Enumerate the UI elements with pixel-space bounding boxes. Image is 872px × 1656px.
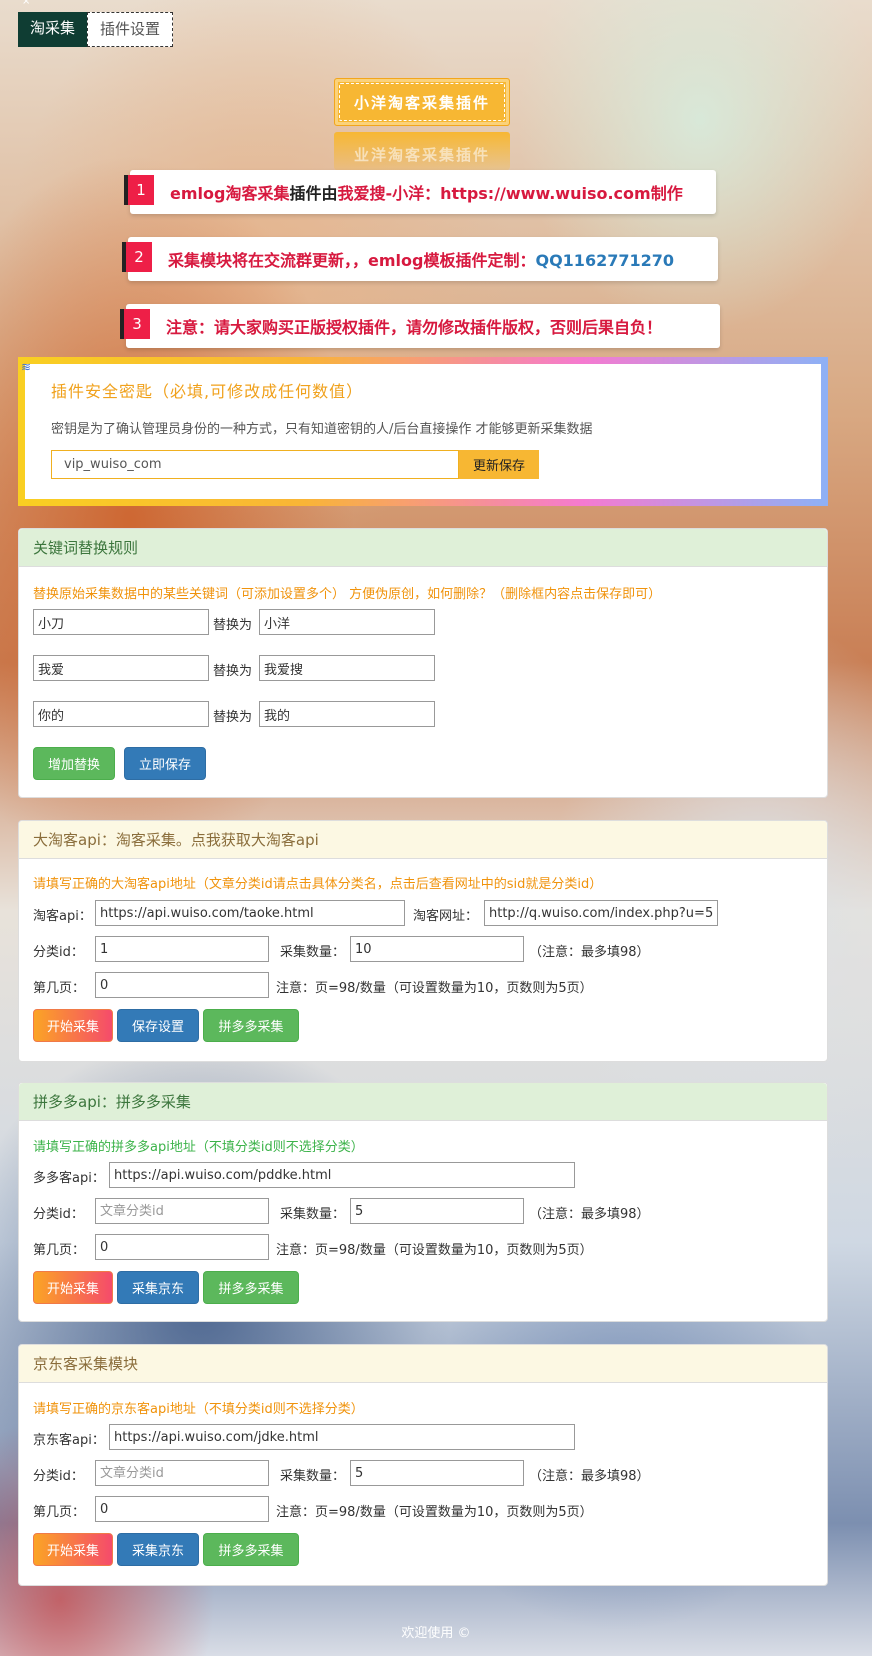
dataoke-cat-input[interactable] — [95, 936, 269, 962]
notice-number: 2 — [122, 242, 152, 272]
replace-with-label: 替换为 — [213, 618, 253, 633]
jd-panel: 京东客采集模块 请填写正确的京东客api地址（不填分类id则不选择分类） 京东客… — [18, 1344, 828, 1586]
replace-to-input[interactable] — [259, 701, 435, 727]
pdd-count-note: （注意：最多填98） — [529, 1207, 650, 1222]
start-collect-button[interactable]: 开始采集 — [33, 1533, 113, 1566]
pdd-cat-label: 分类id： — [33, 1207, 84, 1222]
notice-qq: QQ1162771270 — [535, 251, 674, 270]
jd-page-note: 注意：页=98/数量（可设置数量为10，页数则为5页） — [276, 1505, 593, 1520]
pdd-panel: 拼多多api：拼多多采集 请填写正确的拼多多api地址（不填分类id则不选择分类… — [18, 1082, 828, 1322]
banner-title: 小洋淘客采集插件 — [353, 93, 490, 112]
start-collect-button[interactable]: 开始采集 — [33, 1271, 113, 1304]
pdd-collect-button[interactable]: 拼多多采集 — [203, 1271, 299, 1304]
replace-from-input[interactable] — [33, 701, 209, 727]
notice-text-part: 制作 — [650, 184, 683, 203]
dataoke-page-input[interactable] — [95, 972, 269, 998]
dataoke-page-label: 第几页： — [33, 981, 86, 996]
notice-text: emlog淘客采集插件由我爱搜-小洋：https://www.wuiso.com… — [130, 180, 683, 204]
notice-number: 1 — [124, 175, 154, 205]
save-settings-button[interactable]: 保存设置 — [117, 1009, 199, 1042]
pdd-cat-input[interactable] — [95, 1198, 269, 1224]
footer-text: 欢迎使用 © — [401, 1626, 471, 1641]
notice-text: 注意：请大家购买正版授权插件，请勿修改插件版权，否则后果自负！ — [126, 314, 662, 338]
pdd-api-label: 多多客api： — [33, 1171, 105, 1186]
notice-text: 采集模块将在交流群更新，，emlog模板插件定制：QQ1162771270 — [128, 247, 674, 271]
notice-1: 1 emlog淘客采集插件由我爱搜-小洋：https://www.wuiso.c… — [124, 170, 716, 214]
jd-count-input[interactable] — [350, 1460, 524, 1486]
save-now-button[interactable]: 立即保存 — [124, 747, 206, 780]
notice-2: 2 采集模块将在交流群更新，，emlog模板插件定制：QQ1162771270 — [122, 237, 718, 281]
notice-text-part: 插件由 — [289, 184, 338, 203]
dataoke-api-input[interactable] — [95, 900, 405, 926]
jd-page-input[interactable] — [95, 1496, 269, 1522]
notice-text-part: 注意：请大家购买正版授权插件，请勿修改插件版权，否则后果自负！ — [166, 318, 663, 337]
panel-title: 拼多多api：拼多多采集 — [19, 1083, 827, 1121]
dataoke-site-input[interactable] — [484, 900, 718, 926]
notice-link[interactable]: https://www.wuiso.com — [440, 184, 651, 203]
dataoke-count-input[interactable] — [350, 936, 524, 962]
jd-cat-input[interactable] — [95, 1460, 269, 1486]
jd-cat-label: 分类id： — [33, 1469, 84, 1484]
tab-bar: 淘采集 插件设置 — [18, 12, 174, 47]
notice-3: 3 注意：请大家购买正版授权插件，请勿修改插件版权，否则后果自负！ — [120, 304, 720, 348]
plugin-title-banner: 小洋淘客采集插件 — [334, 78, 510, 126]
dataoke-count-label: 采集数量： — [280, 945, 346, 960]
dataoke-count-note: （注意：最多填98） — [529, 945, 650, 960]
zigzag-icon: ≋ — [21, 360, 32, 374]
replace-hint: 替换原始采集数据中的某些关键词（可添加设置多个） 方便伪原创，如何删除？（删除框… — [33, 587, 662, 602]
dataoke-panel: 大淘客api：淘客采集。点我获取大淘客api 请填写正确的大淘客api地址（文章… — [18, 820, 828, 1062]
pdd-collect-button[interactable]: 拼多多采集 — [203, 1009, 299, 1042]
notice-number: 3 — [120, 309, 150, 339]
notice-text-part: emlog淘客采集 — [170, 184, 290, 203]
dataoke-cat-label: 分类id： — [33, 945, 84, 960]
jd-count-note: （注意：最多填98） — [529, 1469, 650, 1484]
close-icon[interactable]: × — [22, 0, 30, 7]
pdd-count-label: 采集数量： — [280, 1207, 346, 1222]
panel-title: 京东客采集模块 — [19, 1345, 827, 1383]
replace-from-input[interactable] — [33, 609, 209, 635]
dataoke-hint: 请填写正确的大淘客api地址（文章分类id请点击具体分类名，点击后查看网址中的s… — [33, 877, 603, 892]
panel-title: 关键词替换规则 — [19, 529, 827, 567]
jd-collect-button[interactable]: 采集京东 — [117, 1533, 199, 1566]
jd-api-input[interactable] — [109, 1424, 575, 1450]
pdd-page-label: 第几页： — [33, 1243, 86, 1258]
jd-page-label: 第几页： — [33, 1505, 86, 1520]
notice-text-part: 采集模块将在交流群更新，，emlog模板插件定制： — [168, 251, 536, 270]
dataoke-site-label: 淘客网址： — [413, 909, 479, 924]
panel-title[interactable]: 大淘客api：淘客采集。点我获取大淘客api — [19, 821, 827, 859]
jd-api-label: 京东客api： — [33, 1433, 105, 1448]
replace-from-input[interactable] — [33, 655, 209, 681]
banner-reflection: 业洋淘客采集插件 — [334, 132, 510, 170]
jd-hint: 请填写正确的京东客api地址（不填分类id则不选择分类） — [33, 1402, 364, 1417]
dataoke-page-note: 注意：页=98/数量（可设置数量为10，页数则为5页） — [276, 981, 593, 996]
dataoke-api-label: 淘客api： — [33, 909, 92, 924]
pdd-page-note: 注意：页=98/数量（可设置数量为10，页数则为5页） — [276, 1243, 593, 1258]
pdd-count-input[interactable] — [350, 1198, 524, 1224]
notice-text-part: 我爱搜-小洋： — [337, 184, 441, 203]
jd-collect-button[interactable]: 采集京东 — [117, 1271, 199, 1304]
jd-count-label: 采集数量： — [280, 1469, 346, 1484]
pdd-hint: 请填写正确的拼多多api地址（不填分类id则不选择分类） — [33, 1140, 364, 1155]
replace-to-input[interactable] — [259, 609, 435, 635]
banner-reflection-text: 业洋淘客采集插件 — [353, 146, 490, 164]
add-replace-button[interactable]: 增加替换 — [33, 747, 115, 780]
tab-taocaiji[interactable]: 淘采集 — [18, 12, 88, 47]
security-key-input[interactable] — [51, 450, 459, 479]
update-save-button[interactable]: 更新保存 — [459, 450, 539, 479]
replace-with-label: 替换为 — [213, 710, 253, 725]
security-key-desc: 密钥是为了确认管理员身份的一种方式，只有知道密钥的人/后台直接操作 才能够更新采… — [51, 422, 593, 437]
pdd-collect-button[interactable]: 拼多多采集 — [203, 1533, 299, 1566]
pdd-page-input[interactable] — [95, 1234, 269, 1260]
tab-plugin-settings[interactable]: 插件设置 — [87, 12, 174, 47]
replace-to-input[interactable] — [259, 655, 435, 681]
keyword-replace-panel: 关键词替换规则 替换原始采集数据中的某些关键词（可添加设置多个） 方便伪原创，如… — [18, 528, 828, 798]
security-key-title: 插件安全密匙（必填,可修改成任何数值） — [51, 382, 364, 401]
start-collect-button[interactable]: 开始采集 — [33, 1009, 113, 1042]
replace-with-label: 替换为 — [213, 664, 253, 679]
security-key-box: ≋ 插件安全密匙（必填,可修改成任何数值） 密钥是为了确认管理员身份的一种方式，… — [18, 357, 828, 506]
pdd-api-input[interactable] — [109, 1162, 575, 1188]
